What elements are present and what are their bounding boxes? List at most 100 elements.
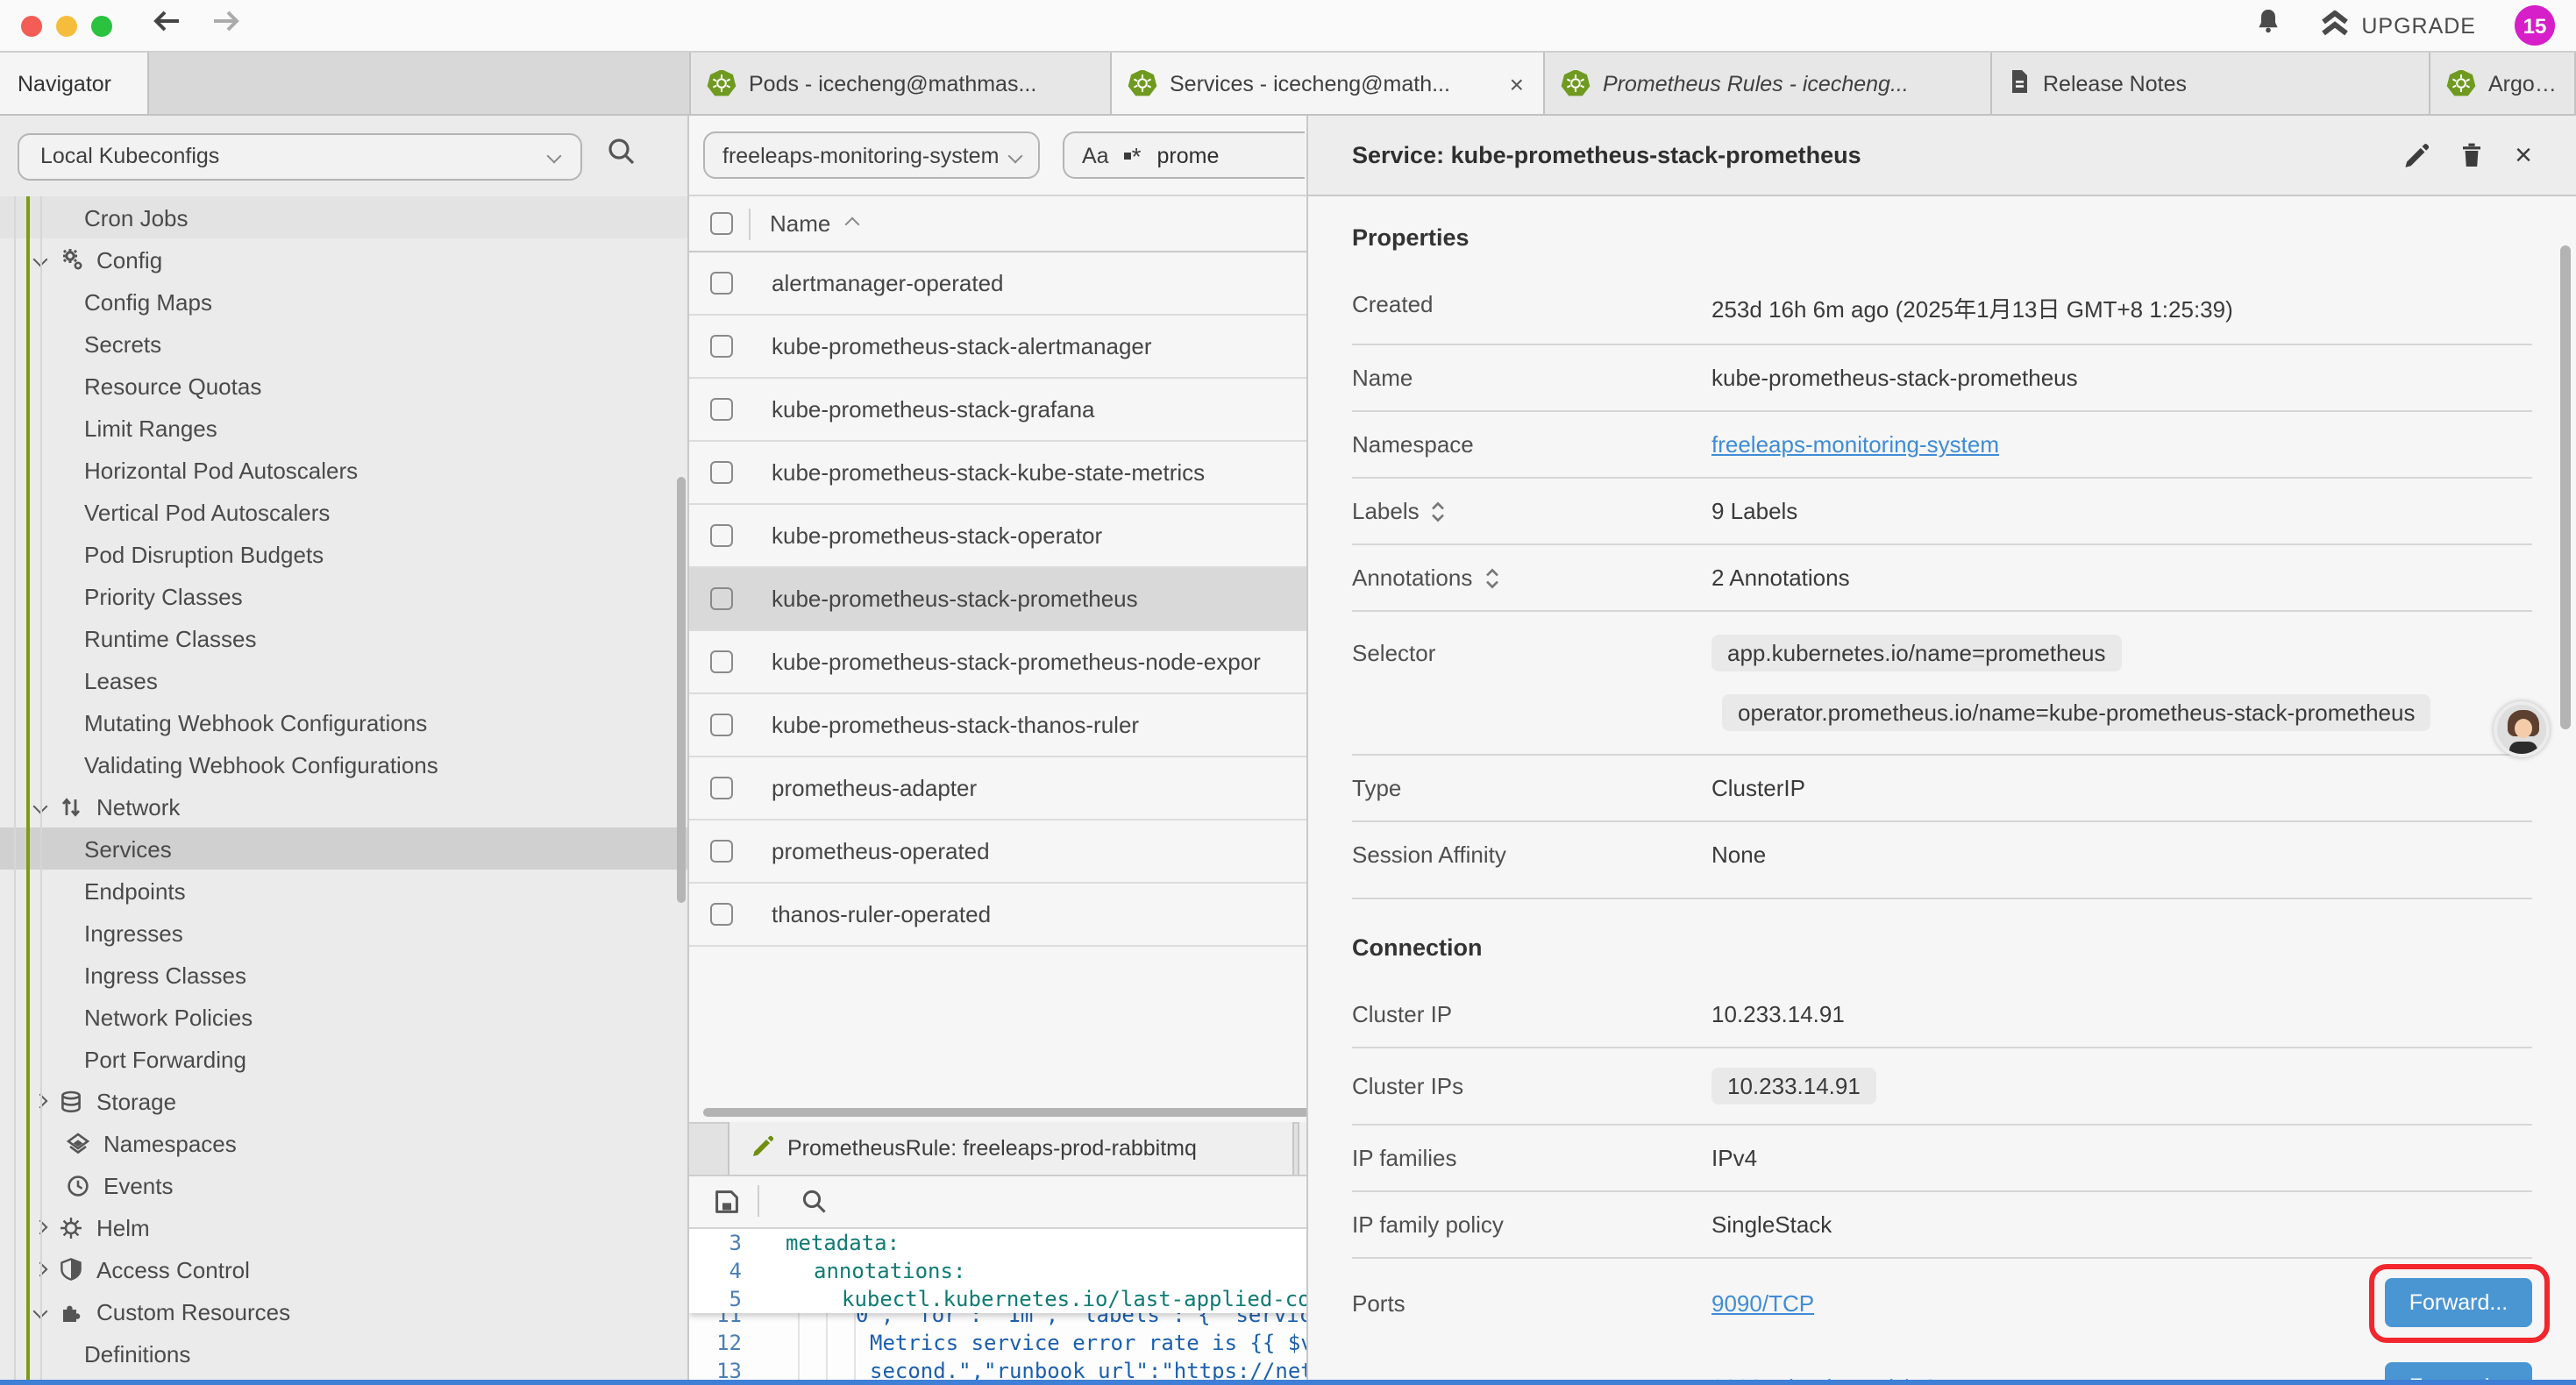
navigator-panel-tab[interactable]: Navigator xyxy=(0,53,149,114)
sidebar-item-runtime-classes[interactable]: Runtime Classes xyxy=(0,617,687,659)
sidebar-item-access-control[interactable]: Access Control xyxy=(0,1248,687,1290)
notifications-bell-icon[interactable] xyxy=(2254,7,2281,44)
notification-count-badge[interactable]: 15 xyxy=(2515,5,2555,46)
sidebar-item-network-policies[interactable]: Network Policies xyxy=(0,996,687,1038)
namespace-selector[interactable]: freeleaps-monitoring-system xyxy=(703,131,1040,179)
helm-wheel-icon xyxy=(58,1216,84,1239)
detail-panel-title: Service: kube-prometheus-stack-prometheu… xyxy=(1352,142,1861,168)
sidebar-item-events[interactable]: Events xyxy=(0,1164,687,1206)
sidebar-item-helm[interactable]: Helm xyxy=(0,1206,687,1248)
row-checkbox[interactable] xyxy=(710,840,733,863)
port-link[interactable]: 8080:reloader-web/TCP xyxy=(1711,1374,1953,1380)
sidebar-item-vertical-pod-autoscalers[interactable]: Vertical Pod Autoscalers xyxy=(0,491,687,533)
labels-count[interactable]: 9 Labels xyxy=(1711,498,2532,524)
sort-ascending-icon[interactable] xyxy=(844,217,859,231)
user-avatar[interactable] xyxy=(2494,701,2550,757)
yaml-key: annotations: xyxy=(742,1256,965,1284)
expand-collapse-icon[interactable] xyxy=(1432,501,1446,522)
tab-bar: Navigator Pods - icecheng@mathmas... Ser… xyxy=(0,53,2576,116)
back-icon[interactable] xyxy=(151,9,182,42)
sidebar-item-horizontal-pod-autoscalers[interactable]: Horizontal Pod Autoscalers xyxy=(0,449,687,491)
row-checkbox[interactable] xyxy=(710,714,733,736)
tab-services[interactable]: Services - icecheng@math... × xyxy=(1110,53,1543,114)
sidebar-item-config-maps[interactable]: Config Maps xyxy=(0,281,687,323)
editor-search-icon[interactable] xyxy=(801,1188,828,1214)
upgrade-button[interactable]: UPGRADE xyxy=(2319,10,2476,41)
row-checkbox[interactable] xyxy=(710,777,733,799)
upgrade-chevrons-icon xyxy=(2319,10,2349,41)
sidebar-item-mutating-webhook-configurations[interactable]: Mutating Webhook Configurations xyxy=(0,701,687,743)
namespace-link[interactable]: freeleaps-monitoring-system xyxy=(1711,431,1999,458)
yaml-string: Metrics service error rate is {{ $va xyxy=(742,1328,1326,1356)
sidebar-item-leases[interactable]: Leases xyxy=(0,659,687,701)
sidebar-item-ingress-classes[interactable]: Ingress Classes xyxy=(0,954,687,996)
forward-port-button[interactable]: Forward... xyxy=(2385,1278,2532,1327)
document-icon xyxy=(2008,67,2031,99)
sidebar-item-services[interactable]: Services xyxy=(0,827,687,870)
row-checkbox[interactable] xyxy=(710,524,733,547)
expand-collapse-icon[interactable] xyxy=(1484,567,1498,588)
sidebar-item-endpoints[interactable]: Endpoints xyxy=(0,870,687,912)
sidebar-item-pod-disruption-budgets[interactable]: Pod Disruption Budgets xyxy=(0,533,687,575)
row-checkbox[interactable] xyxy=(710,335,733,358)
filter-input[interactable]: Aa * prome xyxy=(1063,131,1305,179)
sidebar-item-port-forwarding[interactable]: Port Forwarding xyxy=(0,1038,687,1080)
sidebar-item-cron-jobs[interactable]: Cron Jobs xyxy=(0,196,687,238)
edit-pencil-icon[interactable] xyxy=(2402,142,2429,168)
select-all-checkbox[interactable] xyxy=(710,212,733,235)
close-panel-icon[interactable]: × xyxy=(2515,140,2532,170)
tab-release-notes[interactable]: Release Notes xyxy=(1990,53,2429,114)
ip-family-policy-value: SingleStack xyxy=(1711,1211,2532,1238)
sidebar-item-config[interactable]: Config xyxy=(0,238,687,281)
name-value: kube-prometheus-stack-prometheus xyxy=(1711,365,2532,391)
zoom-window-button[interactable] xyxy=(91,15,112,36)
row-checkbox[interactable] xyxy=(710,903,733,926)
line-number: 5 xyxy=(689,1284,742,1312)
detail-panel-scrollbar[interactable] xyxy=(2560,245,2571,729)
window-titlebar: UPGRADE 15 xyxy=(0,0,2576,53)
sidebar-item-priority-classes[interactable]: Priority Classes xyxy=(0,575,687,617)
tab-label: Release Notes xyxy=(2043,71,2413,96)
sidebar-scrollbar[interactable] xyxy=(677,477,686,903)
row-checkbox[interactable] xyxy=(710,272,733,295)
kubeconfig-selector[interactable]: Local Kubeconfigs xyxy=(18,132,582,180)
sidebar-search-icon[interactable] xyxy=(607,137,637,175)
property-row-selector: Selector app.kubernetes.io/name=promethe… xyxy=(1352,612,2532,756)
sidebar-item-custom-resources[interactable]: Custom Resources xyxy=(0,1290,687,1332)
row-checkbox[interactable] xyxy=(710,650,733,673)
name-column-header[interactable]: Name xyxy=(770,210,830,237)
sidebar-item-secrets[interactable]: Secrets xyxy=(0,323,687,365)
sidebar-item-limit-ranges[interactable]: Limit Ranges xyxy=(0,407,687,449)
tab-pods[interactable]: Pods - icecheng@mathmas... xyxy=(689,53,1110,114)
sidebar-item-network[interactable]: Network xyxy=(0,785,687,827)
row-checkbox[interactable] xyxy=(710,398,733,421)
forward-port-button[interactable]: Forward... xyxy=(2385,1362,2532,1380)
sidebar-item-ingresses[interactable]: Ingresses xyxy=(0,912,687,954)
regex-toggle[interactable]: * xyxy=(1125,146,1142,164)
up-down-arrows-icon xyxy=(58,795,84,818)
property-row-cluster-ip: Cluster IP 10.233.14.91 xyxy=(1352,982,2532,1048)
annotations-count[interactable]: 2 Annotations xyxy=(1711,565,2532,591)
property-row-labels: Labels 9 Labels xyxy=(1352,479,2532,545)
minimize-window-button[interactable] xyxy=(56,15,77,36)
editor-tab-prometheusrule[interactable]: PrometheusRule: freeleaps-prod-rabbitmq xyxy=(728,1121,1294,1174)
sidebar-item-storage[interactable]: Storage xyxy=(0,1080,687,1122)
port-link[interactable]: 9090/TCP xyxy=(1711,1289,1814,1316)
forward-icon[interactable] xyxy=(210,9,242,42)
sidebar-item-definitions[interactable]: Definitions xyxy=(0,1332,687,1374)
tab-label: Pods - icecheng@mathmas... xyxy=(749,71,1094,96)
sidebar-item-namespaces[interactable]: Namespaces xyxy=(0,1122,687,1164)
delete-trash-icon[interactable] xyxy=(2460,142,2483,168)
save-icon[interactable] xyxy=(714,1188,740,1214)
close-window-button[interactable] xyxy=(21,15,42,36)
tab-prometheus-rules[interactable]: Prometheus Rules - icecheng... xyxy=(1543,53,1990,114)
sidebar-item-resource-quotas[interactable]: Resource Quotas xyxy=(0,365,687,407)
line-number: 3 xyxy=(689,1228,742,1256)
sidebar-item-validating-webhook-configurations[interactable]: Validating Webhook Configurations xyxy=(0,743,687,785)
row-checkbox[interactable] xyxy=(710,461,733,484)
tab-argo[interactable]: Argo Se xyxy=(2429,53,2576,114)
row-checkbox[interactable] xyxy=(710,587,733,610)
match-case-toggle[interactable]: Aa xyxy=(1082,143,1109,167)
close-tab-icon[interactable]: × xyxy=(1506,69,1527,97)
cluster-ips-chip: 10.233.14.91 xyxy=(1711,1068,1876,1104)
